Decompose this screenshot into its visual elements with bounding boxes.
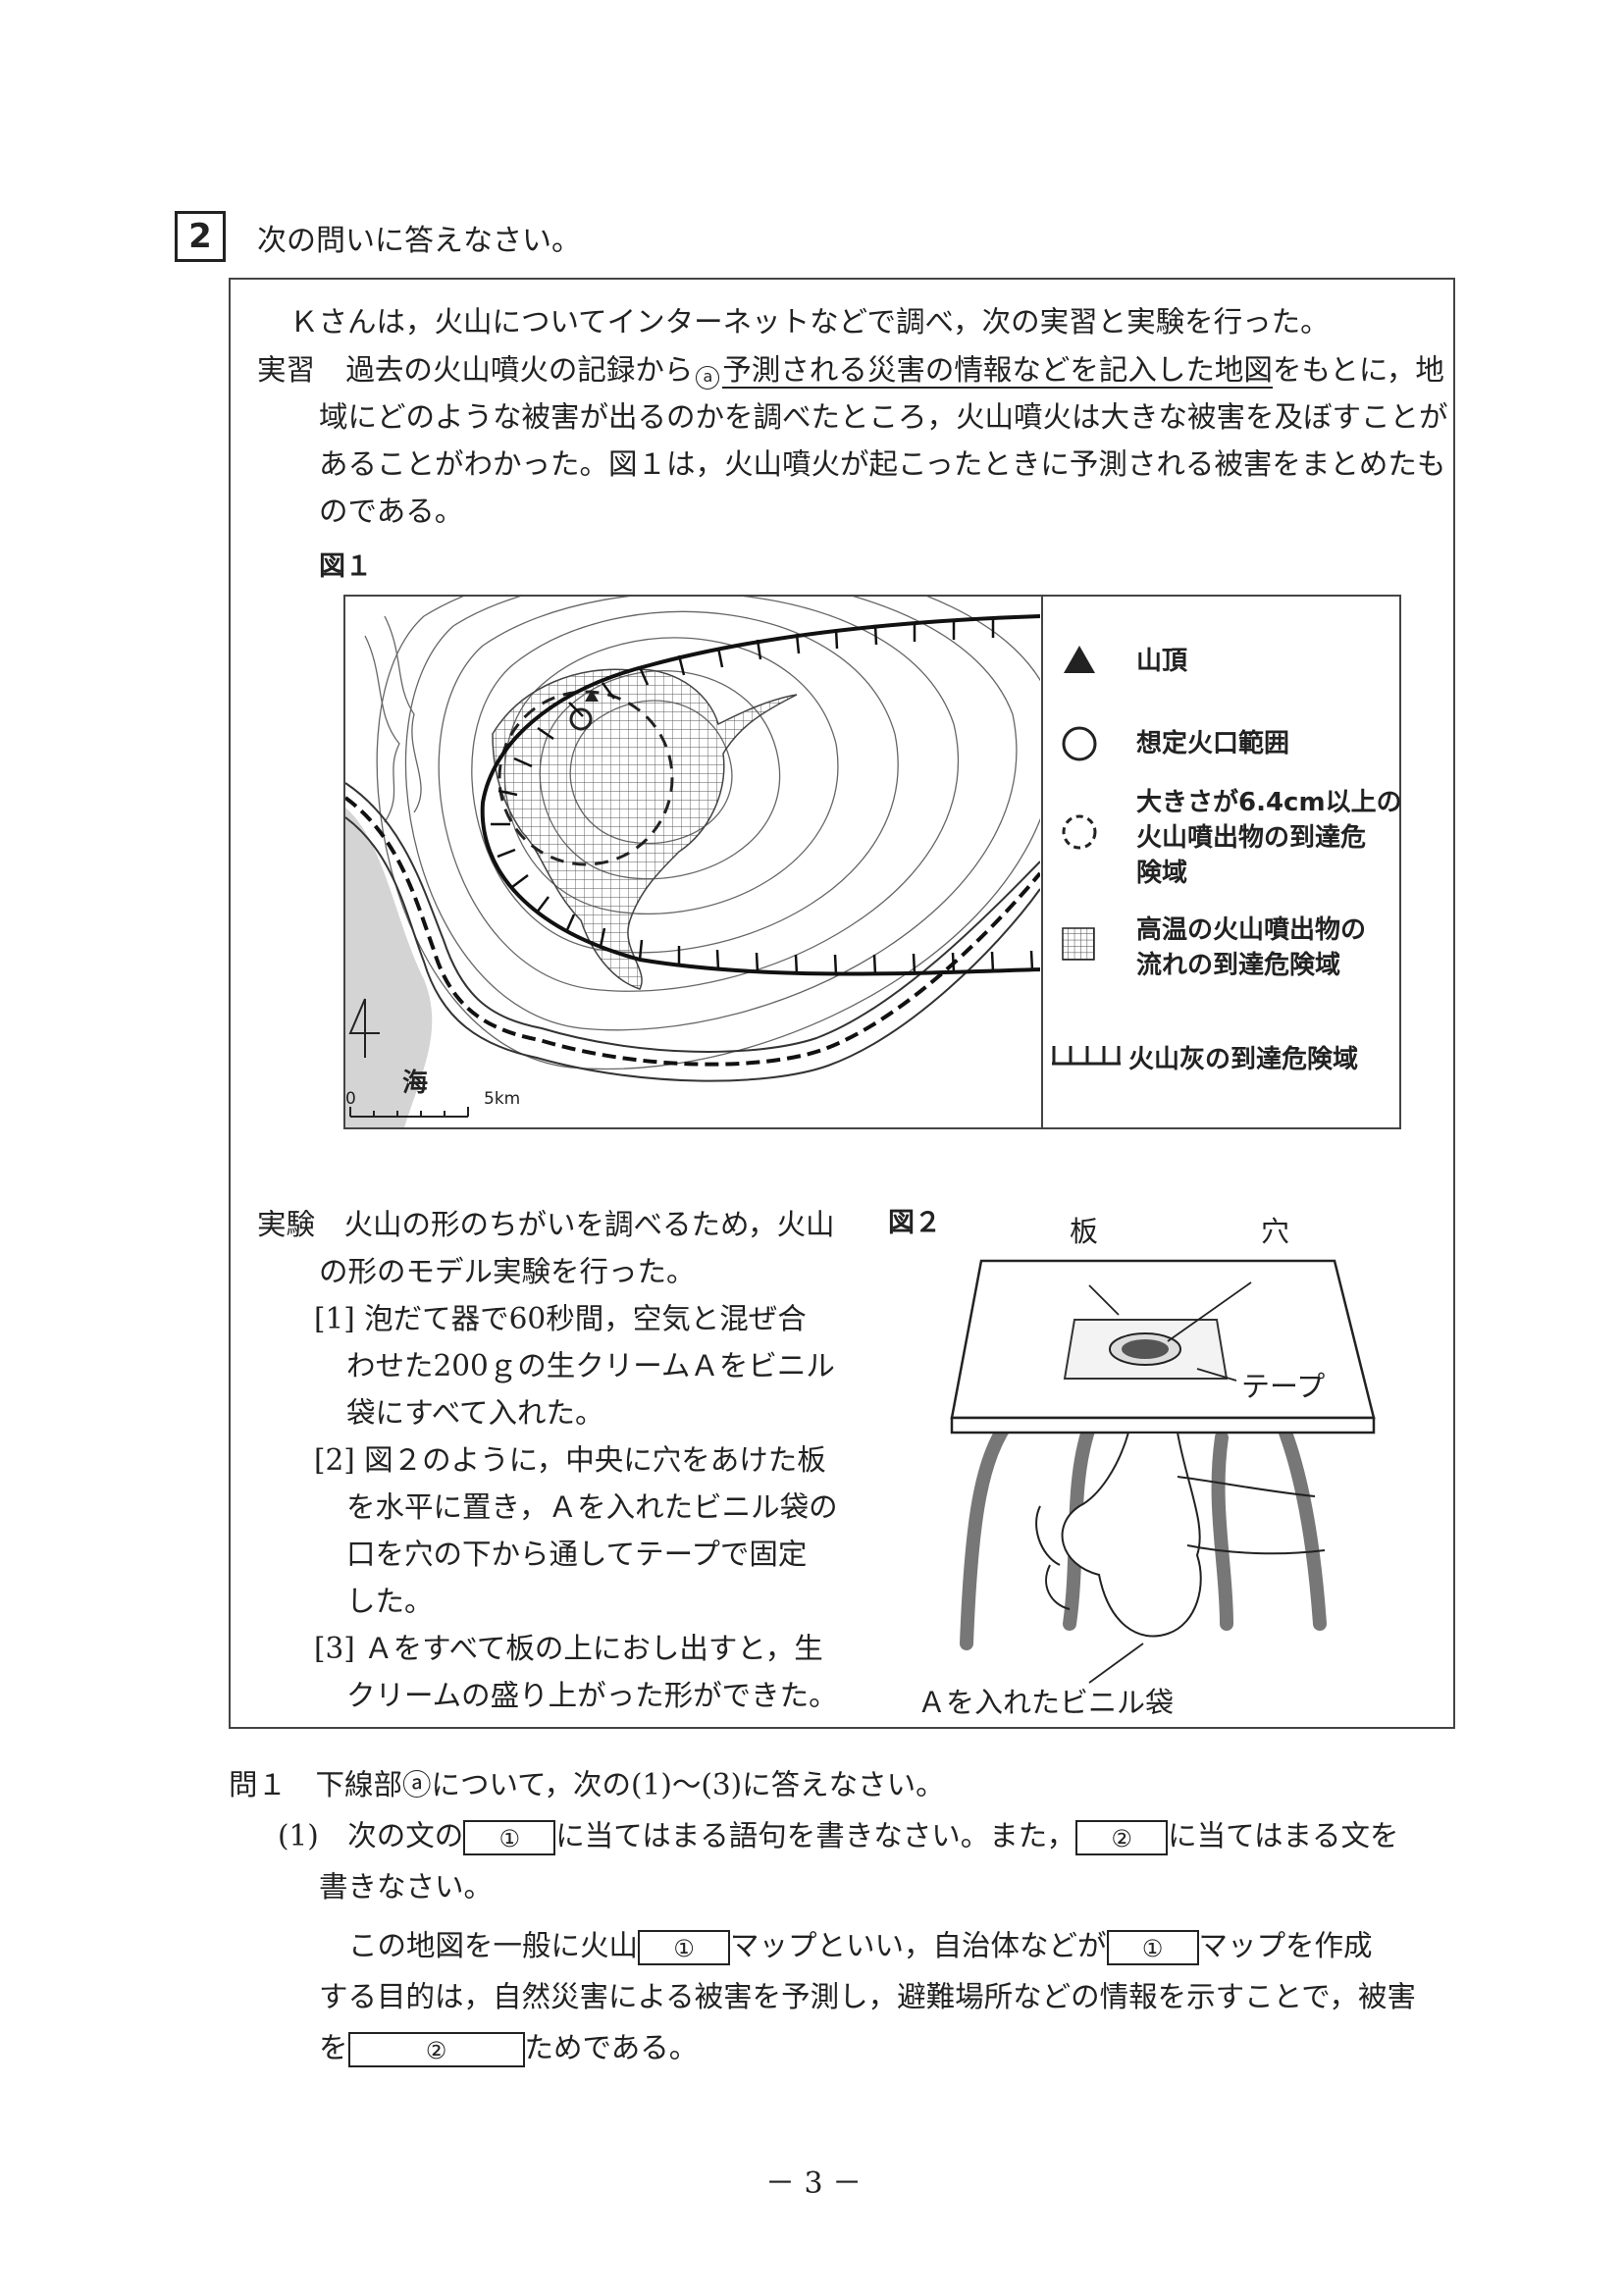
legend-summit: 山頂 [1136,647,1188,676]
grid-icon [1062,927,1095,961]
blank-2: ② [1075,1820,1169,1855]
legend-ejecta: 大きさが6.4cm以上の 火山噴出物の到達危 険域 [1136,788,1402,888]
tape-label: テープ [1241,1370,1326,1403]
figure2-label: 図２ [888,1208,941,1238]
practice-label: 実習 [257,353,316,387]
experiment-line-4: わせた200ｇの生クリームＡをビニル [346,1349,835,1383]
experiment-line-9: した。 [346,1585,434,1618]
intro-line-1: Ｋさんは，火山についてインターネットなどで調べ，次の実習と実験を行った。 [289,305,1330,339]
q1-heading: 問１ 下線部ⓐについて，次の(1)～(3)に答えなさい。 [229,1768,945,1801]
cream-experiment-illustration [950,1259,1376,1684]
triangle-icon [1064,646,1095,673]
q1-sentence-line1: この地図を一般に火山 ① マップといい，自治体などが ① マップを作成 [348,1920,1373,1971]
intro-line-5: のである。 [319,495,464,528]
practice-line: 実習 過去の火山噴火の記録から a 予測される災害の情報などを記入した地図をもとに，… [257,347,1444,393]
question-number: 2 [175,211,226,262]
blank-1-repeat: ① [638,1930,731,1965]
underlined-phrase: 予測される災害の情報などを記入した地図 [722,353,1273,389]
experiment-line-7: を水平に置き，Ａを入れたビニル袋の [346,1490,838,1524]
experiment-line-1: 実験 火山の形のちがいを調べるため，火山 [257,1208,835,1241]
board-label: 板 [1070,1215,1099,1248]
q1-sub1-line2: 書きなさい。 [319,1870,494,1904]
figure1-label: 図１ [319,551,372,582]
blank-1-repeat-2: ① [1106,1930,1199,1965]
dashed-circle-icon [1062,814,1097,850]
page-number: － 3 － [765,2166,863,2201]
experiment-line-2: の形のモデル実験を行った。 [319,1255,696,1288]
scale-end-label: 5km [484,1089,521,1109]
experiment-line-6: [2] 図２のように，中央に穴をあけた板 [314,1443,826,1477]
legend-ash: 火山灰の到達危険域 [1128,1045,1359,1074]
experiment-line-5: 袋にすべて入れた。 [346,1396,604,1430]
marker-a: a [696,366,720,390]
experiment-line-3: [1] 泡だて器で60秒間，空気と混ぜ合 [314,1302,807,1335]
legend-crater: 想定火口範囲 [1136,729,1290,758]
circle-icon [1062,726,1097,761]
scale-zero-label: 0 [345,1089,356,1109]
intro-line-4: あることがわかった。図１は，火山噴火が起こったときに予測される被害をまとめたも [319,447,1446,481]
experiment-line-8: 口を穴の下から通してテープで固定 [346,1538,808,1571]
bag-label: Ａを入れたビニル袋 [917,1686,1175,1719]
legend-flow: 高温の火山噴出物の 流れの到達危険域 [1136,915,1367,980]
sea-label: 海 [402,1069,429,1098]
q1-sentence-line3: を ② ためである。 [319,2022,698,2073]
experiment-line-11: クリームの盛り上がった形ができた。 [346,1679,838,1712]
volcano-map [345,597,1040,1127]
blank-2-repeat: ② [347,2032,525,2067]
question-instruction: 次の問いに答えなさい。 [257,224,581,258]
practice-post: をもとに，地 [1272,353,1444,387]
hatch-line-icon [1052,1046,1121,1066]
practice-pre: 過去の火山噴火の記録から [345,353,694,387]
experiment-line-10: [3] Ａをすべて板の上におし出すと，生 [314,1632,823,1665]
q1-sub1-line1: (1) 次の文の ① に当てはまる語句を書きなさい。また， ② に当てはまる文を [278,1810,1399,1861]
hole-label: 穴 [1261,1215,1290,1248]
blank-1: ① [463,1820,556,1855]
q1-sentence-line2: する目的は，自然災害による被害を予測し，避難場所などの情報を示すことで，被害 [319,1980,1417,2013]
intro-line-3: 域にどのような被害が出るのかを調べたところ，火山噴火は大きな被害を及ぼすことが [319,400,1448,434]
